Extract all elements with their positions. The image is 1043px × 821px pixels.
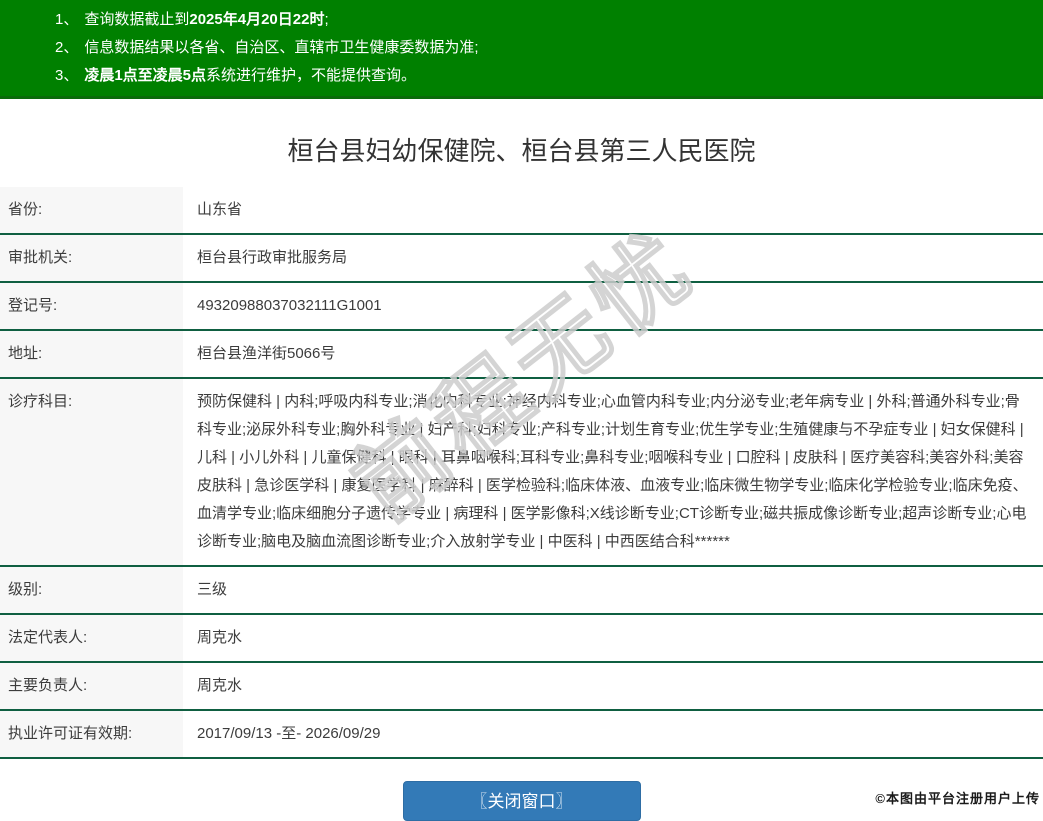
- row-value: 周克水: [183, 663, 1043, 709]
- table-row: 级别:三级: [0, 567, 1043, 615]
- row-label: 级别:: [0, 567, 183, 613]
- close-window-button[interactable]: 〖关闭窗口〗: [403, 781, 641, 821]
- page-title: 桓台县妇幼保健院、桓台县第三人民医院: [0, 133, 1043, 169]
- details-table: 省份:山东省审批机关:桓台县行政审批服务局登记号:493209880370321…: [0, 187, 1043, 759]
- notice-item-number: 2、: [55, 39, 78, 56]
- row-label: 地址:: [0, 331, 183, 377]
- row-label: 省份:: [0, 187, 183, 233]
- row-value: 三级: [183, 567, 1043, 613]
- notice-item-text: 凌晨1点至凌晨5点: [84, 67, 206, 84]
- notice-list: 1、查询数据截止到2025年4月20日22时;2、信息数据结果以各省、自治区、直…: [55, 6, 1033, 90]
- table-row: 地址:桓台县渔洋街5066号: [0, 331, 1043, 379]
- row-value: 山东省: [183, 187, 1043, 233]
- row-value: 2017/09/13 -至- 2026/09/29: [183, 711, 1043, 757]
- notice-item: 1、查询数据截止到2025年4月20日22时;: [55, 6, 1033, 34]
- upload-stamp: ©本图由平台注册用户上传: [875, 788, 1040, 807]
- table-row: 诊疗科目:预防保健科 | 内科;呼吸内科专业;消化内科专业;神经内科专业;心血管…: [0, 379, 1043, 567]
- table-row: 省份:山东省: [0, 187, 1043, 235]
- row-label: 法定代表人:: [0, 615, 183, 661]
- row-label: 执业许可证有效期:: [0, 711, 183, 757]
- row-value: 预防保健科 | 内科;呼吸内科专业;消化内科专业;神经内科专业;心血管内科专业;…: [183, 379, 1043, 565]
- notice-item: 3、凌晨1点至凌晨5点系统进行维护，不能提供查询。: [55, 62, 1033, 90]
- notice-banner: 1、查询数据截止到2025年4月20日22时;2、信息数据结果以各省、自治区、直…: [0, 0, 1043, 99]
- notice-item-number: 1、: [55, 11, 78, 28]
- row-label: 诊疗科目:: [0, 379, 183, 565]
- row-label: 审批机关:: [0, 235, 183, 281]
- notice-item-text: 2025年4月20日22时: [189, 11, 324, 28]
- table-row: 法定代表人:周克水: [0, 615, 1043, 663]
- notice-item-text: 信息数据结果以各省、自治区、直辖市卫生健康委数据为准;: [84, 39, 478, 56]
- notice-item-text: 查询数据截止到: [84, 11, 189, 28]
- notice-item-text: ;: [324, 11, 328, 28]
- row-value: 桓台县渔洋街5066号: [183, 331, 1043, 377]
- table-row: 登记号:49320988037032111G1001: [0, 283, 1043, 331]
- notice-item-text: 系统进行维护，不能提供查询。: [206, 67, 416, 84]
- row-label: 主要负责人:: [0, 663, 183, 709]
- table-row: 主要负责人:周克水: [0, 663, 1043, 711]
- notice-item: 2、信息数据结果以各省、自治区、直辖市卫生健康委数据为准;: [55, 34, 1033, 62]
- table-row: 执业许可证有效期:2017/09/13 -至- 2026/09/29: [0, 711, 1043, 759]
- row-label: 登记号:: [0, 283, 183, 329]
- row-value: 桓台县行政审批服务局: [183, 235, 1043, 281]
- notice-item-number: 3、: [55, 67, 78, 84]
- row-value: 周克水: [183, 615, 1043, 661]
- table-row: 审批机关:桓台县行政审批服务局: [0, 235, 1043, 283]
- row-value: 49320988037032111G1001: [183, 283, 1043, 329]
